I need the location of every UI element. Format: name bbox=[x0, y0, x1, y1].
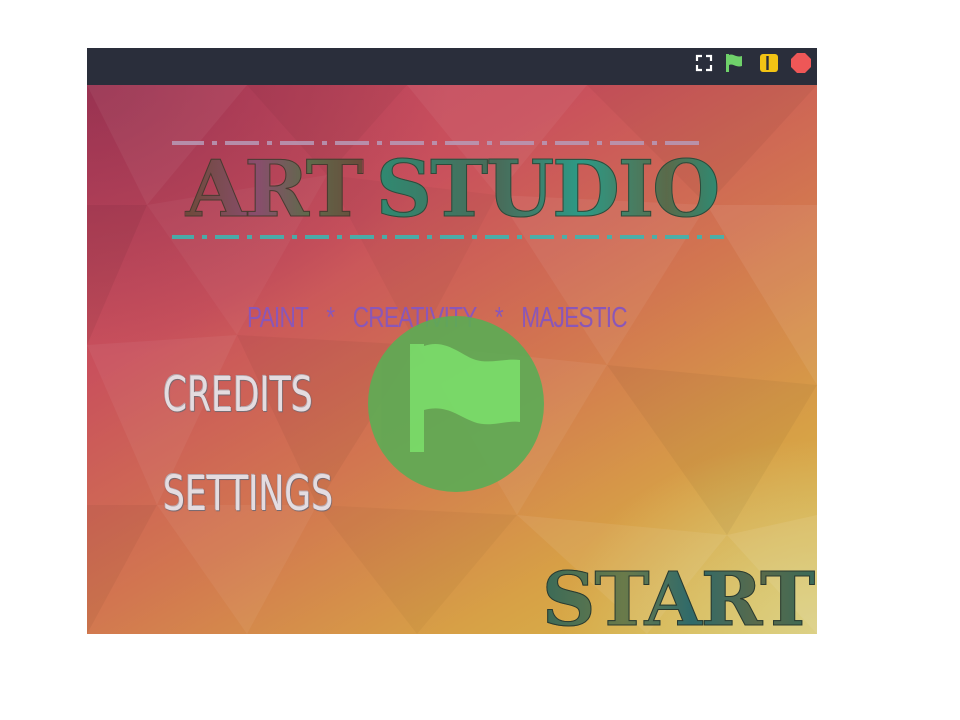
game-title: ART STUDIO bbox=[172, 145, 732, 235]
green-flag-icon bbox=[726, 54, 742, 72]
green-flag-icon bbox=[410, 343, 520, 452]
game-stage[interactable]: ART STUDIO PAINT * CREATIVITY * MAJESTIC… bbox=[87, 85, 817, 634]
stop-icon bbox=[791, 53, 811, 73]
credits-button[interactable]: CREDITS bbox=[163, 367, 313, 423]
fullscreen-icon bbox=[695, 54, 713, 72]
title-word-art: ART bbox=[185, 144, 364, 235]
green-flag-button[interactable] bbox=[723, 52, 745, 74]
settings-button[interactable]: SETTINGS bbox=[163, 466, 333, 522]
stop-button[interactable] bbox=[790, 52, 812, 74]
tagline-separator: * bbox=[326, 301, 335, 334]
title-bottom-divider bbox=[172, 235, 724, 239]
project-player: ART STUDIO PAINT * CREATIVITY * MAJESTIC… bbox=[87, 48, 817, 634]
title-word-studio: STUDIO bbox=[375, 144, 720, 235]
green-flag-overlay-button[interactable] bbox=[368, 316, 544, 492]
tagline-paint: PAINT bbox=[247, 301, 309, 334]
pause-button[interactable] bbox=[758, 52, 780, 74]
fullscreen-button[interactable] bbox=[693, 52, 715, 74]
player-controls-bar bbox=[87, 48, 817, 85]
start-button[interactable]: START bbox=[541, 563, 815, 635]
pause-icon bbox=[760, 54, 778, 72]
